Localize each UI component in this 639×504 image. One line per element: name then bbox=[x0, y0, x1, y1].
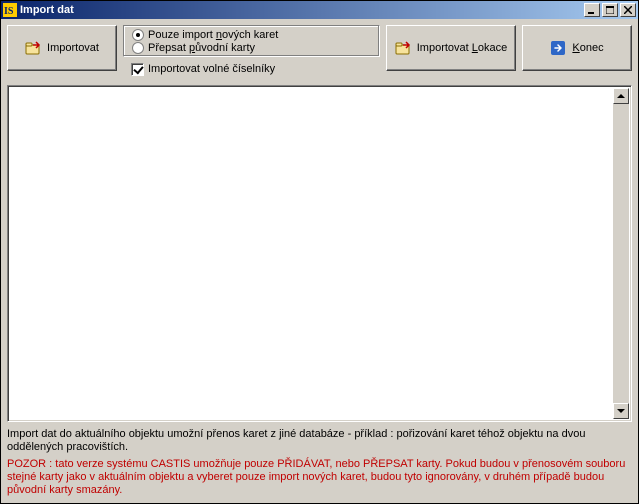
footer-warning-text: POZOR : tato verze systému CASTIS umožňu… bbox=[7, 458, 632, 497]
radio-mark bbox=[132, 42, 144, 54]
radio-overwrite-cards-label: Přepsat původní karty bbox=[148, 42, 255, 54]
checkbox-free-codebooks-label: Importovat volné číselníky bbox=[148, 63, 275, 75]
import-lokace-button-label: Importovat Lokace bbox=[417, 42, 508, 54]
maximize-button[interactable] bbox=[602, 3, 618, 17]
toolbar: Importovat Pouze import nových karet Pře… bbox=[7, 25, 632, 77]
app-icon: IS bbox=[3, 3, 17, 17]
close-button[interactable] bbox=[620, 3, 636, 17]
import-lokace-button[interactable]: Importovat Lokace bbox=[386, 25, 516, 71]
footer: Import dat do aktuálního objektu umožní … bbox=[7, 428, 632, 497]
konec-button-label: Konec bbox=[572, 42, 603, 54]
footer-info-text: Import dat do aktuálního objektu umožní … bbox=[7, 428, 632, 454]
exit-icon bbox=[550, 40, 566, 56]
radio-new-cards[interactable]: Pouze import nových karet bbox=[132, 28, 371, 41]
konec-button[interactable]: Konec bbox=[522, 25, 632, 71]
window: IS Import dat Im bbox=[0, 0, 639, 504]
radio-new-cards-label: Pouze import nových karet bbox=[148, 29, 278, 41]
import-button[interactable]: Importovat bbox=[7, 25, 117, 71]
titlebar[interactable]: IS Import dat bbox=[1, 1, 638, 19]
import-mode-groupbox: Pouze import nových karet Přepsat původn… bbox=[123, 25, 380, 57]
svg-text:IS: IS bbox=[4, 6, 14, 17]
minimize-button[interactable] bbox=[584, 3, 600, 17]
scroll-up-button[interactable] bbox=[613, 88, 629, 104]
import-icon bbox=[25, 40, 41, 56]
chevron-up-icon bbox=[617, 94, 625, 98]
checkbox-free-codebooks[interactable]: Importovat volné číselníky bbox=[123, 61, 380, 77]
chevron-down-icon bbox=[617, 409, 625, 413]
check-mark bbox=[131, 63, 144, 76]
import-lokace-icon bbox=[395, 40, 411, 56]
import-button-label: Importovat bbox=[47, 42, 99, 54]
radio-overwrite-cards[interactable]: Přepsat původní karty bbox=[132, 41, 371, 54]
scrollbar[interactable] bbox=[613, 88, 629, 419]
scroll-down-button[interactable] bbox=[613, 403, 629, 419]
window-title: Import dat bbox=[20, 4, 582, 16]
options-column: Pouze import nových karet Přepsat původn… bbox=[123, 25, 380, 77]
log-area[interactable] bbox=[7, 85, 632, 422]
client-area: Importovat Pouze import nových karet Pře… bbox=[1, 19, 638, 503]
radio-mark bbox=[132, 29, 144, 41]
